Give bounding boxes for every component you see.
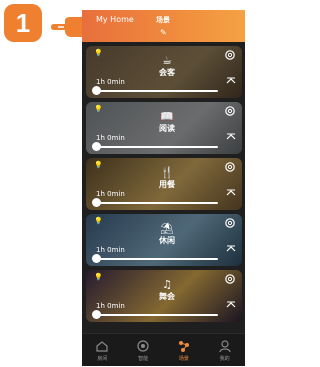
duration-slider-handle[interactable] (92, 310, 101, 319)
bulb-icon: 💡 (94, 105, 103, 113)
scene-list: 💡 ☕ 会客 1h 0min 💡 📖 阅读 1h 0min 💡 🍴 用餐 1h … (82, 46, 245, 326)
duration-slider-handle[interactable] (92, 86, 101, 95)
umbrella-icon: ⛱ (160, 222, 174, 235)
scene-icon (178, 340, 189, 352)
scene-timer: 1h 0min (96, 78, 125, 86)
gear-icon[interactable] (224, 49, 236, 61)
scene-name: 用餐 (159, 180, 175, 189)
scene-timer: 1h 0min (96, 246, 125, 254)
chevron-up-icon[interactable] (226, 245, 236, 253)
duration-slider-handle[interactable] (92, 142, 101, 151)
duration-slider-track[interactable] (98, 314, 218, 316)
duration-slider-track[interactable] (98, 146, 218, 148)
tab-label: 场景 (178, 355, 189, 362)
coffee-icon: ☕ (162, 54, 172, 67)
bulb-icon: 💡 (94, 49, 103, 57)
scene-timer: 1h 0min (96, 134, 125, 142)
bulb-icon: 💡 (94, 217, 103, 225)
chevron-up-icon[interactable] (226, 77, 236, 85)
bottom-tab-bar: 房间 智能 场景 我的 (82, 333, 245, 366)
duration-slider-track[interactable] (98, 258, 218, 260)
phone-screen: My Home 场景 ✎ 💡 ☕ 会客 1h 0min 💡 📖 阅读 1h 0m… (82, 10, 245, 366)
gear-icon[interactable] (224, 217, 236, 229)
scene-card-leisure[interactable]: 💡 ⛱ 休闲 1h 0min (86, 214, 242, 266)
chevron-up-icon[interactable] (226, 189, 236, 197)
scene-marker-icon: ✎ (160, 28, 167, 37)
duration-slider-handle[interactable] (92, 254, 101, 263)
smart-icon (137, 339, 149, 352)
scene-card-reception[interactable]: 💡 ☕ 会客 1h 0min (86, 46, 242, 98)
scene-name: 舞会 (159, 292, 175, 301)
room-icon (96, 340, 108, 352)
music-icon: ♫ (162, 278, 172, 291)
scene-card-dining[interactable]: 💡 🍴 用餐 1h 0min (86, 158, 242, 210)
gear-icon[interactable] (224, 105, 236, 117)
bulb-icon: 💡 (94, 161, 103, 169)
chevron-up-icon[interactable] (226, 301, 236, 309)
scene-card-party[interactable]: 💡 ♫ 舞会 1h 0min (86, 270, 242, 322)
duration-slider-handle[interactable] (92, 198, 101, 207)
tab-label: 我的 (219, 355, 230, 362)
tab-label: 智能 (138, 355, 149, 362)
tab-room[interactable]: 房间 (82, 334, 123, 366)
dining-icon: 🍴 (160, 166, 174, 179)
gear-icon[interactable] (224, 161, 236, 173)
duration-slider-track[interactable] (98, 202, 218, 204)
home-title[interactable]: My Home (96, 15, 134, 24)
tab-scene[interactable]: 场景 (164, 334, 205, 366)
book-icon: 📖 (160, 110, 174, 123)
profile-icon (219, 339, 231, 352)
scene-name: 阅读 (159, 124, 175, 133)
scene-timer: 1h 0min (96, 190, 125, 198)
scene-card-reading[interactable]: 💡 📖 阅读 1h 0min (86, 102, 242, 154)
step-badge: 1 (4, 4, 42, 42)
tab-profile[interactable]: 我的 (204, 334, 245, 366)
bulb-icon: 💡 (94, 273, 103, 281)
scene-name: 会客 (159, 68, 175, 77)
scene-timer: 1h 0min (96, 302, 125, 310)
duration-slider-track[interactable] (98, 90, 218, 92)
scene-name: 休闲 (159, 236, 175, 245)
chevron-up-icon[interactable] (226, 133, 236, 141)
top-bar: My Home 场景 ✎ (82, 10, 245, 42)
page-title: 场景 (156, 16, 170, 24)
tab-smart[interactable]: 智能 (123, 334, 164, 366)
tab-label: 房间 (97, 355, 108, 362)
gear-icon[interactable] (224, 273, 236, 285)
